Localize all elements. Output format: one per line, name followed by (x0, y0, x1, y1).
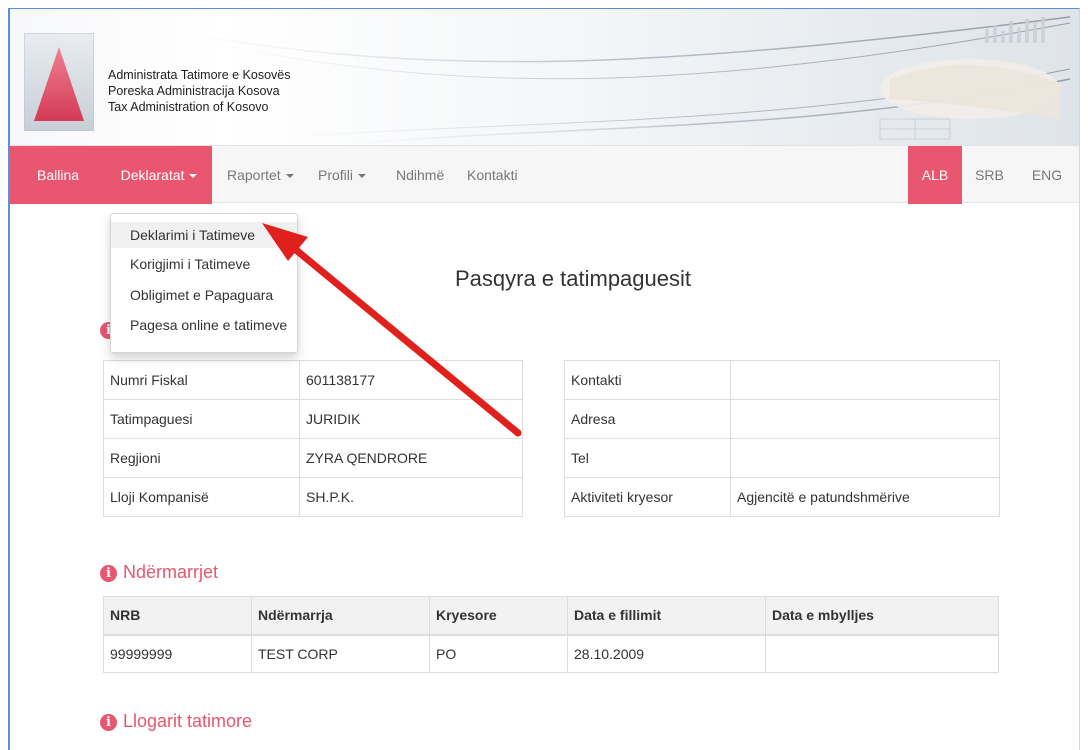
column-header-nrb: NRB (103, 596, 252, 636)
table-row: Adresa (564, 399, 1000, 439)
enterprises-section-title: i Ndërmarrjet (100, 562, 218, 583)
taxpayer-info-left-table: Numri Fiskal 601138177 Tatimpaguesi JURI… (103, 360, 523, 517)
column-header-end-date: Data e mbylljes (765, 596, 999, 636)
value-phone (730, 438, 1000, 478)
tax-administration-logo[interactable] (23, 32, 95, 132)
lang-eng[interactable]: ENG (1017, 146, 1077, 204)
site-header: Administrata Tatimore e Kosovës Poreska … (10, 9, 1079, 145)
table-row: Regjioni ZYRA QENDRORE (103, 438, 523, 478)
table-row: Tatimpaguesi JURIDIK (103, 399, 523, 439)
chevron-down-icon (189, 174, 198, 179)
declarations-dropdown-menu: Deklarimi i Tatimeve Korigjimi i Tatimev… (110, 213, 298, 353)
cell-enterprise: TEST CORP (251, 634, 430, 673)
value-main-activity: Agjencitë e patundshmërive (730, 477, 1000, 517)
browser-frame: Administrata Tatimore e Kosovës Poreska … (8, 8, 1080, 750)
table-row: Lloji Kompanisë SH.P.K. (103, 477, 523, 517)
column-header-enterprise: Ndërmarrja (251, 596, 430, 636)
nav-profile[interactable]: Profili (318, 146, 367, 204)
label-taxpayer-type: Tatimpaguesi (103, 399, 300, 439)
value-contact (730, 360, 1000, 400)
value-region: ZYRA QENDRORE (299, 438, 523, 478)
column-header-start-date: Data e fillimit (567, 596, 766, 636)
cell-start-date: 28.10.2009 (567, 634, 766, 673)
nav-profile-label: Profili (318, 167, 354, 183)
nav-contact[interactable]: Kontakti (467, 146, 518, 204)
nav-help[interactable]: Ndihmë (396, 146, 444, 204)
menu-item-online-payment[interactable]: Pagesa online e tatimeve (111, 312, 297, 338)
menu-item-tax-correction[interactable]: Korigjimi i Tatimeve (111, 251, 297, 277)
cell-main: PO (429, 634, 568, 673)
menu-item-tax-declaration[interactable]: Deklarimi i Tatimeve (111, 222, 297, 248)
table-header-row: NRB Ndërmarrja Kryesore Data e fillimit … (103, 596, 999, 636)
table-row: Tel (564, 438, 1000, 478)
page-title-text: Pasqyra e tatimpaguesit (454, 266, 692, 291)
lang-alb[interactable]: ALB (908, 146, 962, 204)
label-company-type: Lloji Kompanisë (103, 477, 300, 517)
tax-accounts-title-text: Llogarit tatimore (123, 711, 253, 731)
tax-accounts-section-title: i Llogarit tatimore (100, 711, 252, 732)
lang-srb[interactable]: SRB (962, 146, 1017, 204)
nav-reports[interactable]: Raportet (227, 146, 294, 204)
cell-nrb: 99999999 (103, 634, 252, 673)
chevron-down-icon (358, 174, 367, 179)
menu-item-unpaid-obligations[interactable]: Obligimet e Papaguara (111, 282, 297, 308)
nav-declarations-label: Deklaratat (120, 167, 185, 183)
taxpayer-info-right-table: Kontakti Adresa Tel Aktiviteti kryesor A… (564, 360, 1000, 517)
label-phone: Tel (564, 438, 731, 478)
info-icon: i (100, 565, 117, 582)
column-header-main: Kryesore (429, 596, 568, 636)
org-name-albanian: Administrata Tatimore e Kosovës (108, 68, 291, 82)
cell-end-date (765, 634, 999, 673)
table-row: Kontakti (564, 360, 1000, 400)
chevron-down-icon (285, 174, 294, 179)
value-address (730, 399, 1000, 439)
info-icon: i (100, 714, 117, 731)
table-row: 99999999 TEST CORP PO 28.10.2009 (103, 634, 999, 673)
enterprises-table: NRB Ndërmarrja Kryesore Data e fillimit … (103, 596, 999, 673)
label-fiscal-number: Numri Fiskal (103, 360, 300, 400)
label-main-activity: Aktiviteti kryesor (564, 477, 731, 517)
nav-reports-label: Raportet (227, 167, 281, 183)
org-name-serbian: Poreska Administracija Kosova (108, 84, 280, 98)
value-taxpayer-type: JURIDIK (299, 399, 523, 439)
value-fiscal-number: 601138177 (299, 360, 523, 400)
label-address: Adresa (564, 399, 731, 439)
value-company-type: SH.P.K. (299, 477, 523, 517)
table-row: Numri Fiskal 601138177 (103, 360, 523, 400)
main-navbar: Ballina Deklaratat Raportet Profili Ndih… (10, 145, 1079, 204)
org-name-english: Tax Administration of Kosovo (108, 100, 269, 114)
enterprises-title-text: Ndërmarrjet (123, 562, 219, 582)
organization-names: Administrata Tatimore e Kosovës Poreska … (108, 67, 291, 115)
label-contact: Kontakti (564, 360, 731, 400)
nav-home[interactable]: Ballina (10, 146, 106, 204)
nav-declarations[interactable]: Deklaratat (106, 146, 212, 204)
table-row: Aktiviteti kryesor Agjencitë e patundshm… (564, 477, 1000, 517)
label-region: Regjioni (103, 438, 300, 478)
